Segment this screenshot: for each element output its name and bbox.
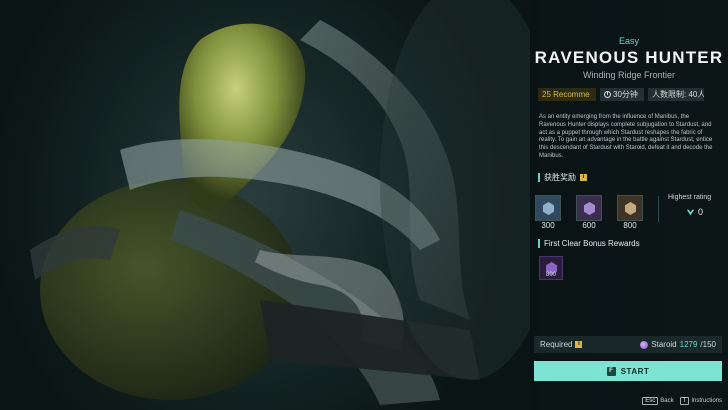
player-limit-chip: 人数限制: 40人 [648,88,704,101]
first-clear-title: First Clear Bonus Rewards [544,239,640,248]
info-icon[interactable]: i [580,174,587,181]
instructions-label: Instructions [691,398,722,404]
staroid-cost: Staroid 1279/150 [640,340,716,349]
start-button[interactable]: F START [534,361,722,381]
footer-hints: Esc Back T Instructions [642,397,722,405]
reward-item[interactable] [535,195,561,221]
reward-item[interactable] [617,195,643,221]
victory-rewards-title: 获胜奖励 [544,173,576,182]
reward-value: 800 [623,221,637,230]
staroid-stock: 1279 [679,340,698,349]
required-label: Required [540,340,573,349]
boss-name: RAVENOUS HUNTER [534,48,724,67]
clock-icon [604,91,611,98]
t-key-hint: T [679,397,690,405]
victory-rewards-header: 获胜奖励 i [538,172,587,183]
highest-rating: 0 [686,207,703,217]
recommended-level-chip: 25 Recomme [538,88,596,101]
gem-icon [584,202,595,215]
back-hint[interactable]: Esc Back [642,397,674,405]
reward-value: 600 [582,221,596,230]
boss-meta-row: 25 Recomme 30分钟 人数限制: 40人 [538,88,704,101]
rewards-divider [658,196,659,222]
section-accent-bar [538,239,540,248]
difficulty-label: Easy [618,36,639,46]
gem-icon [543,202,554,215]
first-clear-header: First Clear Bonus Rewards [538,238,640,249]
highest-rating-label: Highest rating [668,194,712,201]
section-accent-bar [538,173,540,182]
back-label: Back [660,398,674,404]
staroid-label: Staroid [651,340,677,349]
boss-illustration [30,0,530,405]
requirement-bar: Required i Staroid 1279/150 [534,336,722,353]
reward-value: 300 [541,221,555,230]
gem-icon [625,202,636,215]
required-label-group: Required i [540,340,583,349]
rating-chevron-icon [686,209,695,215]
first-clear-value: 800 [545,272,556,278]
start-key-hint: F [606,366,616,376]
instructions-hint[interactable]: T Instructions [679,397,722,405]
staroid-icon [640,340,649,349]
boss-description: As an entity emerging from the influence… [539,114,713,159]
time-limit-chip: 30分钟 [600,88,644,101]
time-limit-text: 30分钟 [613,90,638,99]
highest-rating-value: 0 [698,207,704,217]
boss-location: Winding Ridge Frontier [582,70,676,80]
info-icon[interactable]: i [575,341,583,348]
staroid-needed: /150 [700,340,716,349]
esc-key-hint: Esc [642,397,659,405]
start-label: START [620,366,650,376]
reward-item[interactable] [576,195,602,221]
